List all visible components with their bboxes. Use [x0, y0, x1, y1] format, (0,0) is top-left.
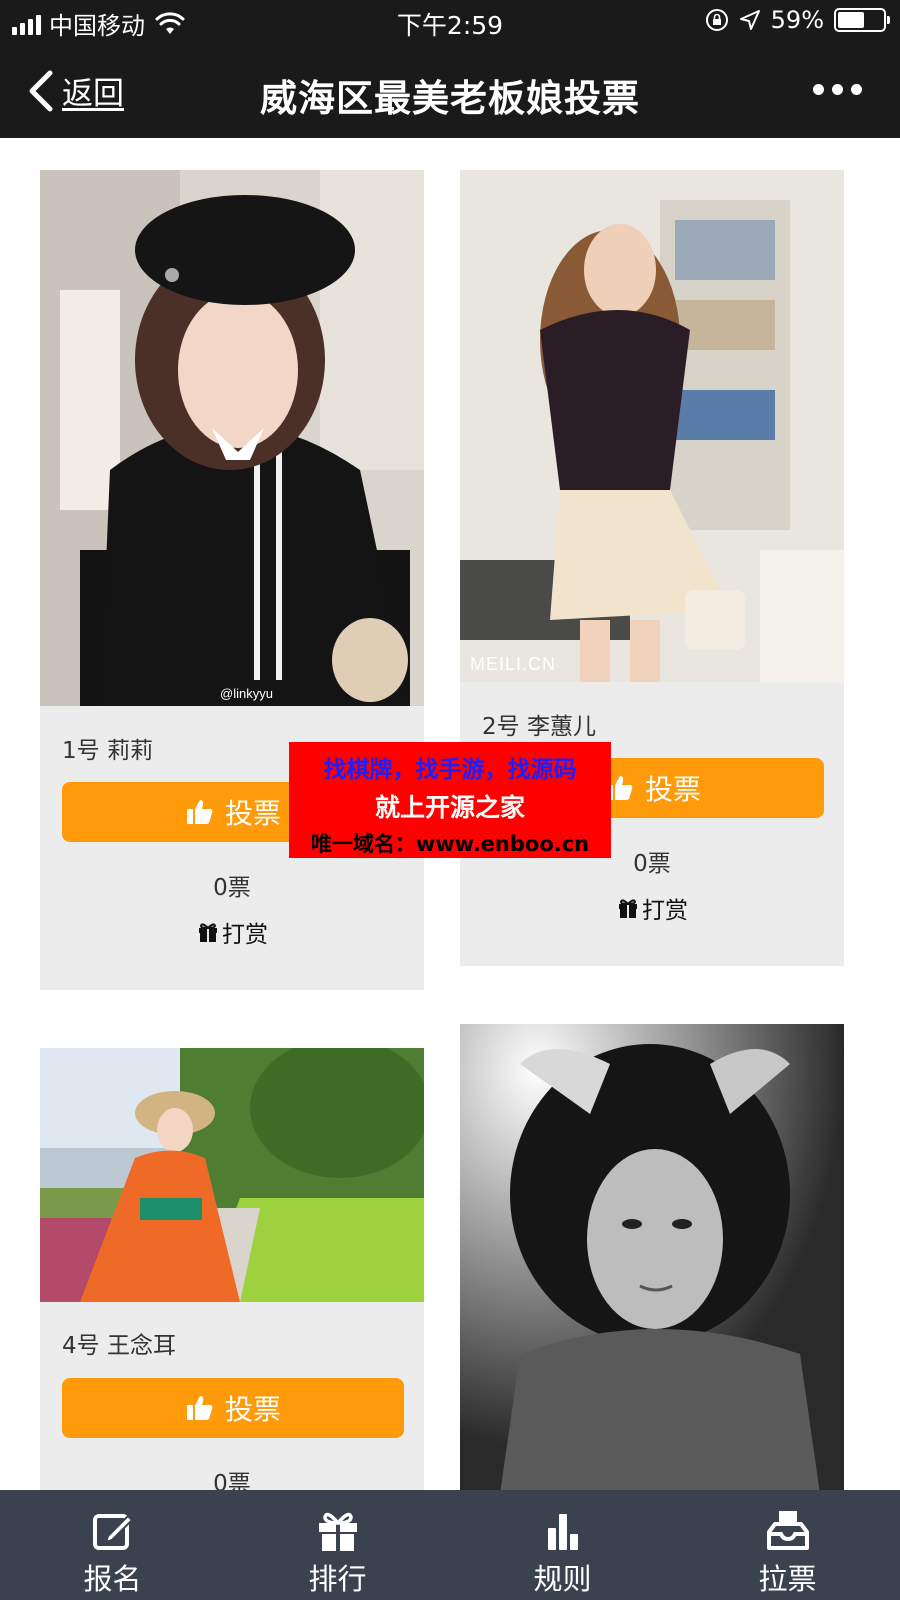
bottom-tab-bar: 报名 排行 规则 拉票 [0, 1490, 900, 1600]
more-icon[interactable] [813, 84, 862, 95]
contestant-photo-4[interactable] [40, 1048, 424, 1302]
portrait-image [460, 1024, 844, 1490]
photo-watermark-2: MEILI.CN [470, 654, 556, 674]
page-title: 威海区最美老板娘投票 [260, 77, 640, 120]
thumbs-up-icon [186, 1396, 213, 1420]
tab-label: 拉票 [758, 1562, 817, 1596]
contestant-photo-1[interactable]: @linkyyu [40, 170, 424, 706]
contestant-photo-unlabeled[interactable] [460, 1024, 844, 1490]
promo-line-2: 就上开源之家 [374, 793, 525, 822]
gift-icon [619, 899, 637, 918]
tab-rules[interactable]: 规则 [450, 1490, 675, 1600]
portrait-image: @linkyyu [40, 170, 424, 706]
tab-ranking[interactable]: 排行 [225, 1490, 450, 1600]
contestant-card-4: 4号 王念耳 投票 0票 [40, 1048, 424, 1490]
vote-count: 0票 [213, 875, 251, 901]
battery-percent: 59% [770, 6, 824, 34]
vote-label: 投票 [224, 1393, 281, 1426]
inbox-icon [766, 1511, 809, 1550]
reward-label: 打赏 [642, 898, 688, 924]
contestant-name: 2号 李蕙儿 [482, 714, 596, 740]
photo-watermark-1: @linkyyu [220, 686, 273, 701]
edit-icon [92, 1514, 133, 1550]
tab-label: 报名 [83, 1562, 142, 1596]
vote-count: 0票 [213, 1471, 251, 1490]
bar-chart-icon [547, 1514, 578, 1550]
tab-label: 规则 [533, 1562, 592, 1596]
status-right: 59% [705, 6, 890, 34]
gift-icon [199, 923, 217, 942]
battery-fill [838, 12, 864, 28]
portrait-image: MEILI.CN [460, 170, 844, 682]
tab-canvass[interactable]: 拉票 [675, 1490, 900, 1600]
contestant-card-1: @linkyyu 1号 莉莉 投票 0票 打赏 [40, 170, 424, 990]
reward-button[interactable]: 打赏 [460, 891, 844, 925]
landscape-image [40, 1048, 424, 1302]
contestant-card-unlabeled [460, 1024, 844, 1490]
nav-bar: 返回 威海区最美老板娘投票 [0, 44, 900, 138]
promo-line-3: 唯一域名：www.enboo.cn [310, 832, 590, 856]
reward-label: 打赏 [222, 922, 268, 948]
tab-label: 排行 [308, 1562, 367, 1596]
location-icon [739, 10, 760, 30]
vote-label: 投票 [224, 797, 281, 830]
contestant-photo-2[interactable]: MEILI.CN [460, 170, 844, 682]
contestant-grid: @linkyyu 1号 莉莉 投票 0票 打赏 MEILI.CN 2号 李蕙儿 … [0, 138, 900, 1490]
contestant-name: 1号 莉莉 [62, 738, 153, 764]
tab-signup[interactable]: 报名 [0, 1490, 225, 1600]
vote-label: 投票 [644, 773, 701, 806]
promo-banner[interactable]: 找棋牌，找手游，找源码 就上开源之家 唯一域名：www.enboo.cn [289, 742, 611, 858]
promo-line-1: 找棋牌，找手游，找源码 [323, 757, 577, 783]
contestant-name: 4号 王念耳 [62, 1333, 176, 1359]
reward-button[interactable]: 打赏 [40, 915, 424, 949]
thumbs-up-icon [186, 800, 213, 824]
battery-icon [834, 8, 890, 32]
gift-icon [318, 1512, 357, 1551]
status-bar: 中国移动 下午2:59 59% [0, 0, 900, 44]
vote-button[interactable]: 投票 [62, 1378, 404, 1438]
orientation-lock-icon [705, 9, 728, 31]
